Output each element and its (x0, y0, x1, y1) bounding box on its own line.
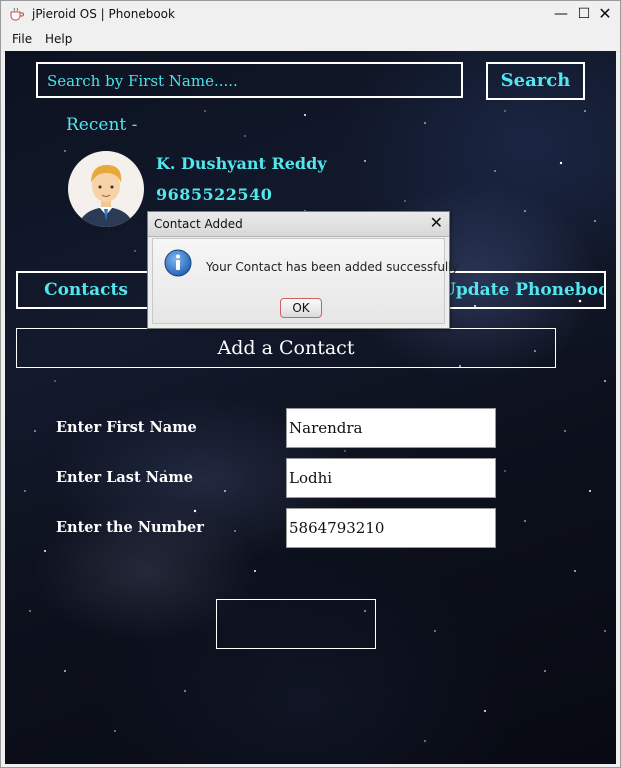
close-icon[interactable]: ✕ (595, 5, 615, 23)
recent-label: Recent - (66, 115, 138, 135)
dialog-message: Your Contact has been added successfully (206, 260, 459, 274)
coffee-cup-icon (10, 7, 24, 21)
add-contact-heading: Add a Contact (16, 328, 556, 368)
window-title: jPieroid OS | Phonebook (32, 7, 175, 21)
number-field[interactable] (286, 508, 496, 548)
minimize-icon[interactable]: — (551, 5, 571, 23)
first-name-field[interactable] (286, 408, 496, 448)
ok-button[interactable]: OK (280, 298, 322, 318)
contact-added-dialog: Contact Added ✕ Your Contact has been ad… (147, 211, 459, 329)
menu-help[interactable]: Help (45, 32, 72, 46)
last-name-field[interactable] (286, 458, 496, 498)
last-name-label: Enter Last Name (56, 469, 193, 486)
dialog-close-icon[interactable]: ✕ (430, 213, 443, 232)
menu-file[interactable]: File (12, 32, 32, 46)
title-bar: jPieroid OS | Phonebook — ☐ ✕ (1, 1, 620, 29)
dialog-title-bar: Contact Added ✕ (148, 212, 449, 237)
search-input[interactable]: Search by First Name..... (36, 62, 463, 98)
submit-button[interactable] (216, 599, 376, 649)
info-icon (164, 249, 192, 277)
first-name-label: Enter First Name (56, 419, 197, 436)
search-placeholder: Search by First Name..... (47, 72, 238, 90)
dialog-title: Contact Added (154, 217, 243, 231)
maximize-icon[interactable]: ☐ (574, 5, 594, 23)
number-label: Enter the Number (56, 519, 204, 536)
main-panel: Search by First Name..... Search Recent … (5, 51, 616, 764)
search-button[interactable]: Search (486, 62, 585, 100)
user-avatar-icon (78, 165, 134, 227)
app-window: jPieroid OS | Phonebook — ☐ ✕ File Help (0, 0, 621, 768)
avatar (68, 151, 144, 227)
contacts-button[interactable]: Contacts (16, 271, 156, 309)
recent-contact-name: K. Dushyant Reddy (156, 154, 327, 173)
update-phonebook-button[interactable]: Update Phonebook (425, 271, 606, 309)
menu-bar: File Help (1, 29, 620, 52)
dialog-body: Your Contact has been added successfully… (152, 238, 459, 324)
recent-contact-number: 9685522540 (156, 185, 273, 204)
